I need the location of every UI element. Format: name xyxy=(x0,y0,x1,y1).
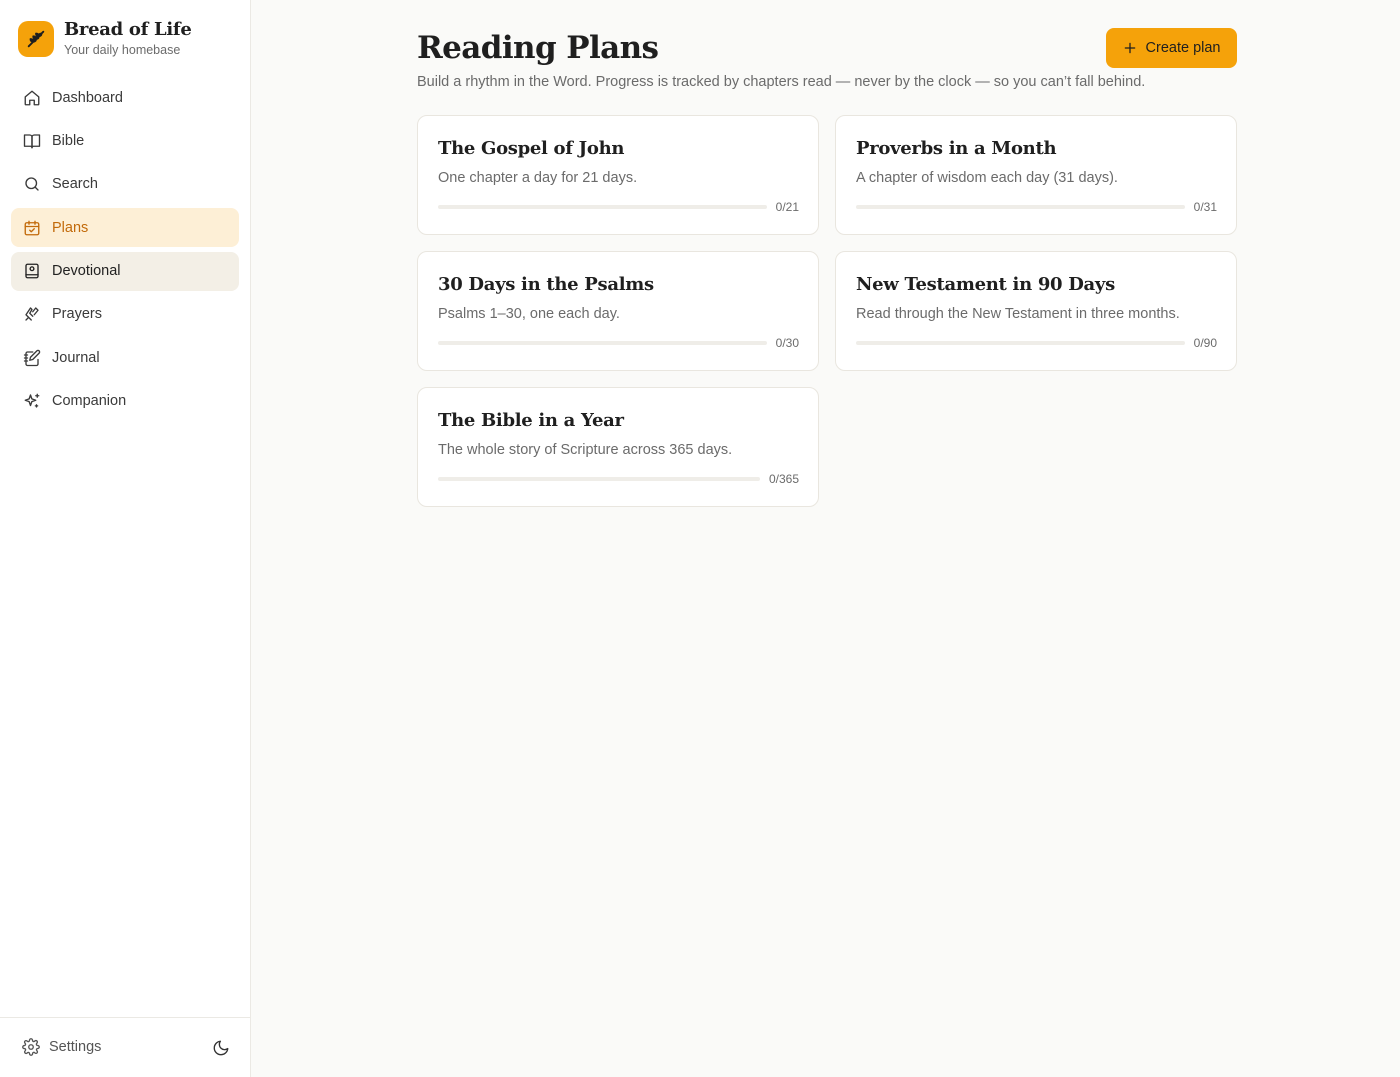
plan-card[interactable]: The Gospel of John One chapter a day for… xyxy=(417,115,819,235)
brand-tagline: Your daily homebase xyxy=(64,43,181,57)
sidebar-item-label: Companion xyxy=(52,393,127,410)
gear-icon xyxy=(22,1038,40,1056)
plan-title: Proverbs in a Month xyxy=(856,138,1057,159)
plan-progress: 0/365 xyxy=(438,471,799,487)
sparkles-icon xyxy=(23,392,41,410)
sidebar-item-devotional[interactable]: Devotional xyxy=(11,251,239,291)
calendar-check-icon xyxy=(23,219,41,237)
sidebar-item-label: Bible xyxy=(52,132,85,149)
book-bookmark-icon xyxy=(23,262,41,280)
sidebar-item-label: Devotional xyxy=(52,263,121,280)
plan-title: 30 Days in the Psalms xyxy=(438,274,654,295)
sidebar-item-journal[interactable]: Journal xyxy=(11,338,239,377)
progress-bar xyxy=(438,341,767,345)
plan-title: New Testament in 90 Days xyxy=(856,274,1115,295)
sidebar-item-plans[interactable]: Plans xyxy=(11,208,239,248)
plan-description: A chapter of wisdom each day (31 days). xyxy=(856,170,1118,186)
progress-count: 0/31 xyxy=(1193,200,1217,214)
plan-title: The Bible in a Year xyxy=(438,410,624,431)
sidebar: Bread of Life Your daily homebase Dashbo… xyxy=(0,0,251,1077)
moon-icon xyxy=(212,1039,230,1057)
progress-count: 0/30 xyxy=(775,336,799,350)
progress-bar xyxy=(438,205,767,209)
progress-count: 0/365 xyxy=(768,472,799,486)
settings-label: Settings xyxy=(49,1039,102,1055)
settings-button[interactable]: Settings xyxy=(22,1038,101,1056)
plan-description: One chapter a day for 21 days. xyxy=(438,170,638,186)
create-plan-label: Create plan xyxy=(1145,40,1221,56)
plan-card[interactable]: Proverbs in a Month A chapter of wisdom … xyxy=(835,115,1237,235)
plan-description: The whole story of Scripture across 365 … xyxy=(438,442,733,458)
wheat-icon xyxy=(18,20,54,57)
sidebar-item-label: Dashboard xyxy=(52,89,123,106)
book-open-icon xyxy=(23,132,41,150)
plan-progress: 0/21 xyxy=(438,199,799,215)
plan-card[interactable]: The Bible in a Year The whole story of S… xyxy=(417,387,819,507)
plus-icon xyxy=(1123,41,1137,55)
praying-hands-icon xyxy=(23,305,41,323)
progress-count: 0/21 xyxy=(775,200,799,214)
sidebar-item-search[interactable]: Search xyxy=(11,165,239,204)
progress-bar xyxy=(856,205,1185,209)
sidebar-item-companion[interactable]: Companion xyxy=(11,382,239,421)
create-plan-button[interactable]: Create plan xyxy=(1106,28,1237,68)
plan-card[interactable]: New Testament in 90 Days Read through th… xyxy=(835,251,1237,371)
theme-toggle-button[interactable] xyxy=(211,1038,231,1058)
notebook-pen-icon xyxy=(23,349,41,367)
page-title: Reading Plans xyxy=(417,30,659,66)
sidebar-item-label: Search xyxy=(52,176,98,193)
sidebar-item-prayers[interactable]: Prayers xyxy=(11,295,239,334)
plan-description: Read through the New Testament in three … xyxy=(856,306,1180,322)
home-icon xyxy=(23,89,41,107)
progress-count: 0/90 xyxy=(1193,336,1217,350)
progress-bar xyxy=(856,341,1185,345)
plan-progress: 0/30 xyxy=(438,335,799,351)
plan-progress: 0/90 xyxy=(856,335,1217,351)
search-icon xyxy=(23,175,41,193)
plan-description: Psalms 1–30, one each day. xyxy=(438,306,620,322)
plan-progress: 0/31 xyxy=(856,199,1217,215)
sidebar-item-bible[interactable]: Bible xyxy=(11,121,239,160)
sidebar-item-dashboard[interactable]: Dashboard xyxy=(11,78,239,117)
sidebar-nav: Dashboard Bible Search Plans Devotional xyxy=(11,78,239,425)
sidebar-item-label: Prayers xyxy=(52,306,102,323)
sidebar-item-label: Plans xyxy=(52,219,89,236)
page-subtitle: Build a rhythm in the Word. Progress is … xyxy=(417,74,1146,90)
sidebar-item-label: Journal xyxy=(52,349,100,366)
brand-name: Bread of Life xyxy=(64,19,192,40)
progress-bar xyxy=(438,477,760,481)
sidebar-footer: Settings xyxy=(0,1017,250,1077)
plan-card[interactable]: 30 Days in the Psalms Psalms 1–30, one e… xyxy=(417,251,819,371)
plan-title: The Gospel of John xyxy=(438,138,625,159)
brand[interactable]: Bread of Life Your daily homebase xyxy=(18,19,192,58)
